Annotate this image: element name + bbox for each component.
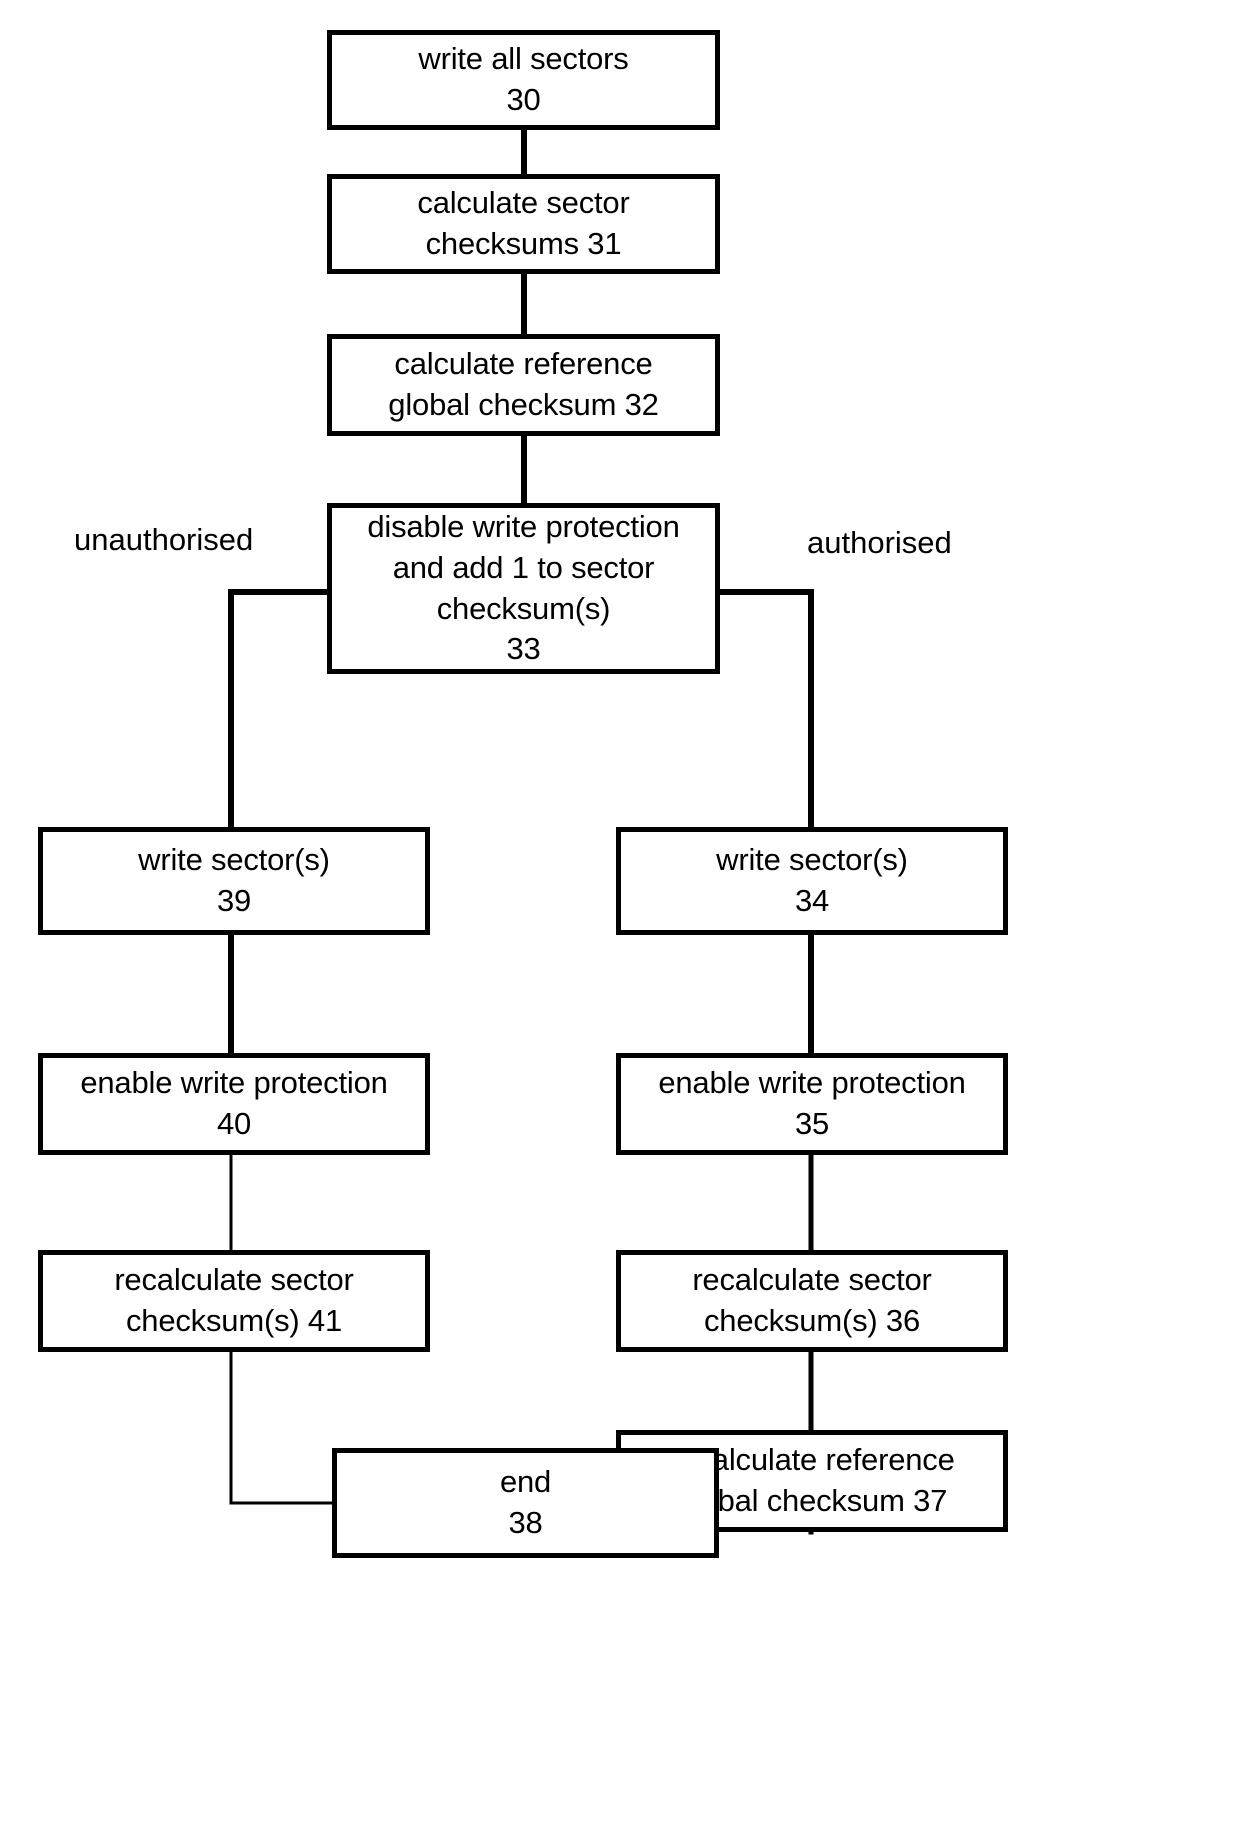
- connector-33-39: [228, 589, 333, 830]
- process-node-36[interactable]: recalculate sector checksum(s) 36: [616, 1250, 1008, 1352]
- node-36-line-0: recalculate sector: [692, 1262, 932, 1298]
- node-40-line-0: enable write protection: [80, 1065, 388, 1101]
- connector-33-34: [711, 589, 814, 830]
- node-32-line-1: global checksum 32: [388, 387, 659, 422]
- node-31-line-1: checksums 31: [425, 226, 622, 261]
- process-node-35[interactable]: enable write protection 35: [616, 1053, 1008, 1155]
- end-node-38[interactable]: end 38: [332, 1448, 719, 1558]
- node-33-line-2: checksum(s): [436, 590, 611, 626]
- connector-41-38: [229, 1350, 334, 1505]
- node-36-line-1: checksum(s) 36: [704, 1303, 920, 1338]
- process-node-33[interactable]: disable write protection and add 1 to se…: [327, 503, 720, 674]
- node-40-line-1: 40: [216, 1106, 252, 1141]
- flowchart-canvas: write all sectors 30 calculate sector ch…: [0, 0, 1243, 1840]
- process-node-31[interactable]: calculate sector checksums 31: [327, 174, 720, 274]
- node-33-line-1: and add 1 to sector: [392, 549, 655, 585]
- process-node-39[interactable]: write sector(s) 39: [38, 827, 430, 935]
- node-34-line-0: write sector(s): [716, 842, 908, 878]
- node-32-line-0: calculate reference: [394, 346, 653, 382]
- process-node-32[interactable]: calculate reference global checksum 32: [327, 334, 720, 436]
- node-35-line-0: enable write protection: [658, 1065, 966, 1101]
- edge-label-authorised: authorised: [803, 525, 956, 561]
- process-node-40[interactable]: enable write protection 40: [38, 1053, 430, 1155]
- node-41-line-0: recalculate sector: [114, 1262, 354, 1298]
- node-35-line-1: 35: [794, 1106, 830, 1141]
- process-node-34[interactable]: write sector(s) 34: [616, 827, 1008, 935]
- edge-label-unauthorised: unauthorised: [70, 522, 258, 558]
- node-30-line-0: write all sectors: [418, 41, 629, 77]
- process-node-30[interactable]: write all sectors 30: [327, 30, 720, 130]
- node-33-line-3: 33: [506, 631, 541, 667]
- node-39-line-1: 39: [216, 883, 252, 918]
- node-38-line-1: 38: [508, 1505, 543, 1540]
- node-38-line-0: end: [499, 1464, 552, 1500]
- node-39-line-0: write sector(s): [138, 842, 330, 878]
- node-30-line-1: 30: [506, 82, 541, 117]
- node-33-line-0: disable write protection: [367, 508, 680, 544]
- node-41-line-1: checksum(s) 41: [126, 1303, 342, 1338]
- node-31-line-0: calculate sector: [417, 185, 630, 221]
- node-34-line-1: 34: [794, 883, 830, 918]
- process-node-41[interactable]: recalculate sector checksum(s) 41: [38, 1250, 430, 1352]
